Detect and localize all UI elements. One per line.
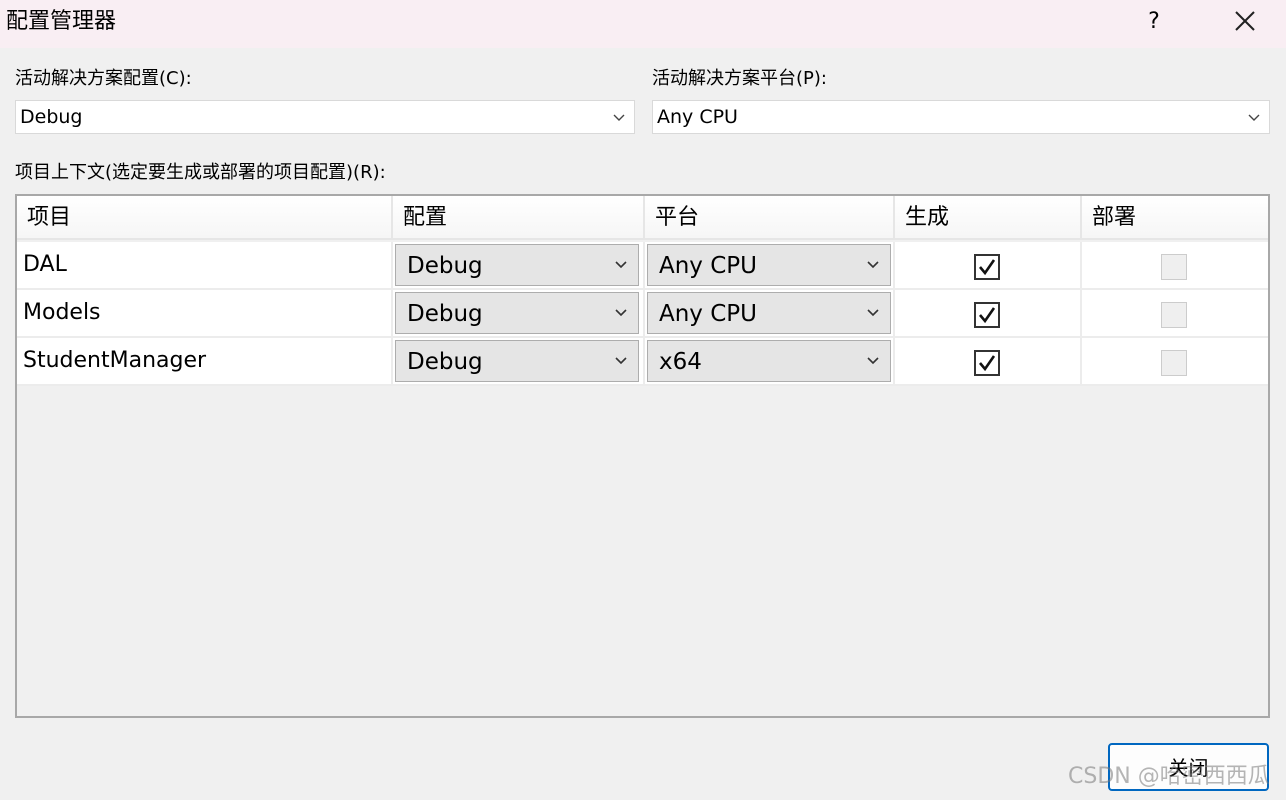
row-config-dropdown[interactable]: Debug [395,340,639,382]
solution-platform-value: Any CPU [657,106,738,128]
row-platform-cell: Any CPU [645,242,895,290]
close-button[interactable]: 关闭 [1108,743,1269,791]
dialog-title: 配置管理器 [6,9,117,34]
row-platform-dropdown[interactable]: x64 [647,340,891,382]
chevron-down-icon [615,309,627,317]
checkmark-icon [979,307,996,324]
checkmark-icon [979,355,996,372]
row-deploy-cell [1082,242,1268,290]
column-header-config[interactable]: 配置 [393,196,645,240]
column-header-deploy[interactable]: 部署 [1082,196,1268,240]
chevron-down-icon [867,261,879,269]
column-header-label: 项目 [27,205,72,230]
chevron-down-icon [1248,114,1260,121]
project-name: Models [23,300,101,325]
checkmark-icon [979,259,996,276]
table-row[interactable]: StudentManager [17,338,393,386]
row-config-value: Debug [407,349,483,375]
chevron-down-icon [867,309,879,317]
row-config-cell: Debug [393,242,645,290]
project-context-label: 项目上下文(选定要生成或部署的项目配置)(R): [15,162,386,183]
row-config-cell: Debug [393,290,645,338]
solution-config-label: 活动解决方案配置(C): [15,68,192,89]
deploy-checkbox [1161,350,1187,376]
help-button[interactable]: ? [1136,4,1172,40]
solution-platform-label: 活动解决方案平台(P): [652,68,827,89]
column-header-label: 部署 [1092,205,1137,230]
chevron-down-icon [613,114,625,121]
row-platform-value: Any CPU [659,301,757,327]
chevron-down-icon [867,357,879,365]
row-config-cell: Debug [393,338,645,386]
row-platform-dropdown[interactable]: Any CPU [647,244,891,286]
row-build-cell [895,290,1082,338]
chevron-down-icon [615,261,627,269]
row-build-cell [895,338,1082,386]
solution-config-value: Debug [20,106,83,128]
project-name: StudentManager [23,348,207,373]
column-header-label: 配置 [403,205,448,230]
column-header-label: 平台 [655,205,700,230]
deploy-checkbox [1161,254,1187,280]
close-icon [1235,11,1255,31]
build-checkbox[interactable] [974,350,1000,376]
project-name: DAL [23,252,67,277]
row-build-cell [895,242,1082,290]
title-bar: 配置管理器 ? [0,0,1286,48]
solution-platform-dropdown[interactable]: Any CPU [652,100,1270,134]
row-platform-cell: Any CPU [645,290,895,338]
column-header-label: 生成 [905,205,950,230]
build-checkbox[interactable] [974,302,1000,328]
build-checkbox[interactable] [974,254,1000,280]
column-header-platform[interactable]: 平台 [645,196,895,240]
table-row[interactable]: Models [17,290,393,338]
table-row[interactable]: DAL [17,242,393,290]
row-config-dropdown[interactable]: Debug [395,292,639,334]
title-close-button[interactable] [1226,4,1264,40]
row-platform-value: x64 [659,349,702,375]
row-platform-dropdown[interactable]: Any CPU [647,292,891,334]
deploy-checkbox [1161,302,1187,328]
column-header-build[interactable]: 生成 [895,196,1082,240]
configuration-manager-dialog: 配置管理器 ? 活动解决方案配置(C): Debug 活动解决方案平台(P): … [0,0,1286,800]
column-header-project[interactable]: 项目 [17,196,393,240]
project-context-grid: 项目 配置 平台 生成 部署 DAL Debug Any CPU Models … [15,194,1270,718]
row-platform-value: Any CPU [659,253,757,279]
close-button-label: 关闭 [1168,756,1209,780]
chevron-down-icon [615,357,627,365]
row-config-dropdown[interactable]: Debug [395,244,639,286]
row-deploy-cell [1082,338,1268,386]
row-deploy-cell [1082,290,1268,338]
row-config-value: Debug [407,301,483,327]
solution-config-dropdown[interactable]: Debug [15,100,635,134]
row-config-value: Debug [407,253,483,279]
row-platform-cell: x64 [645,338,895,386]
